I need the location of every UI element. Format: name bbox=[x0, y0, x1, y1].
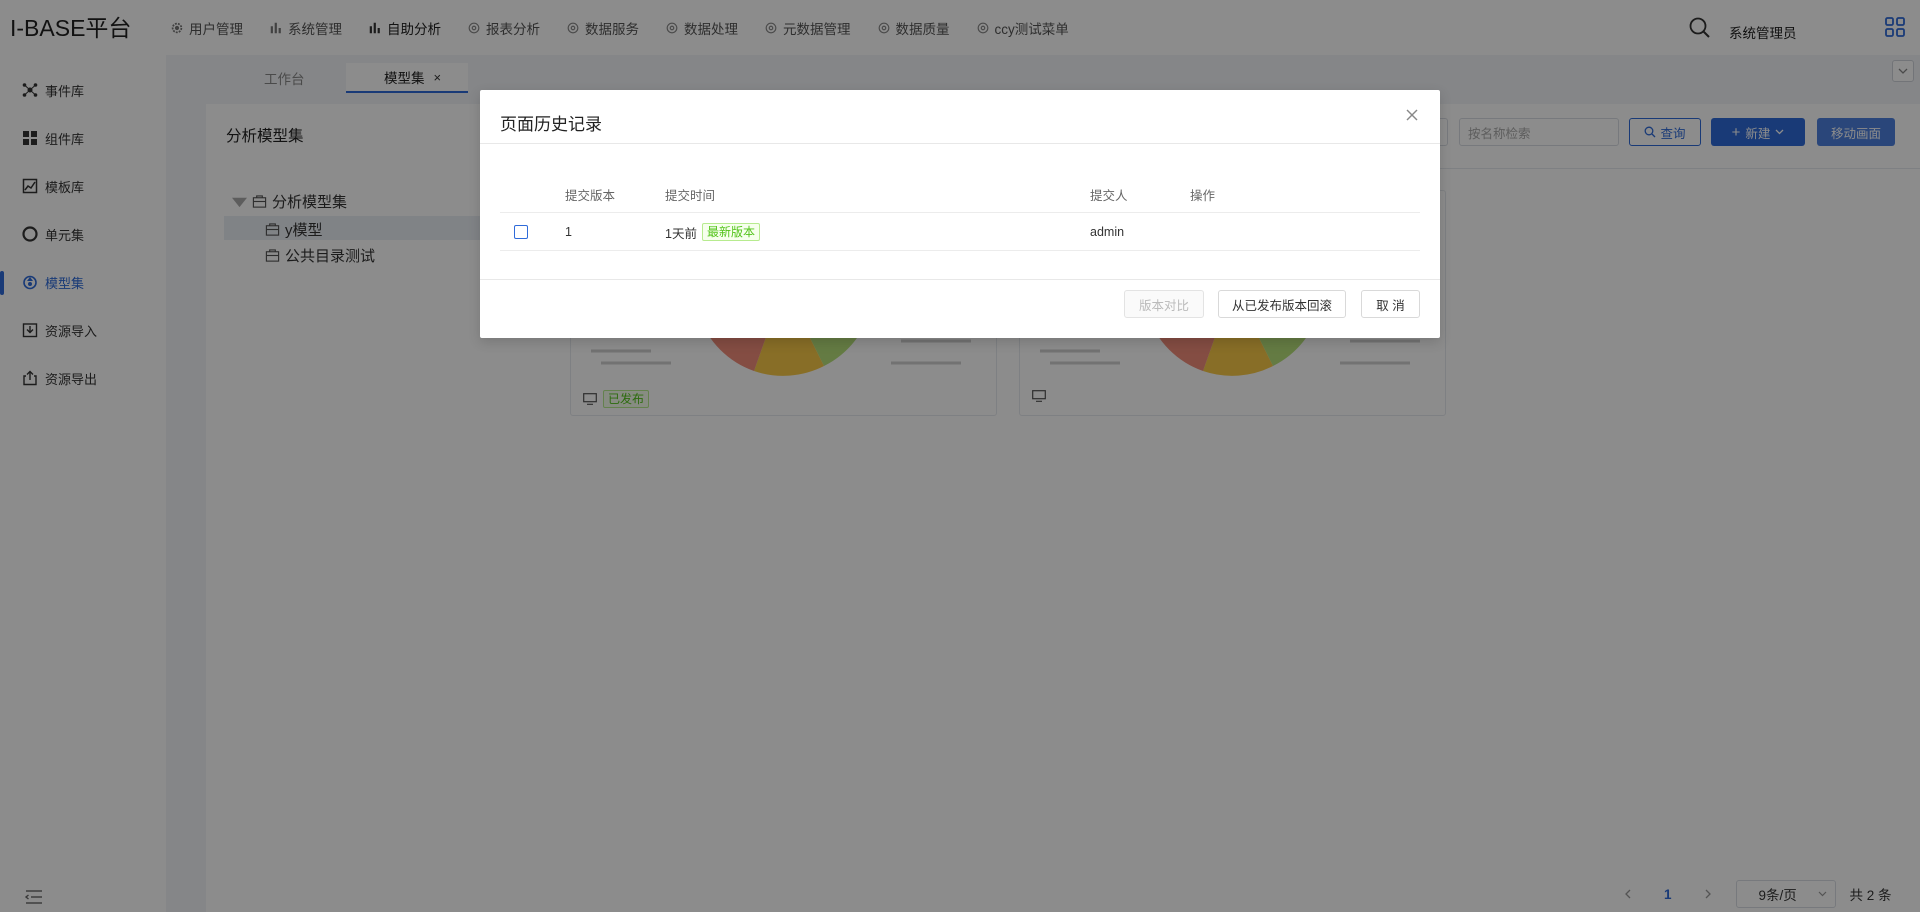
row-checkbox[interactable] bbox=[514, 225, 528, 239]
latest-version-badge: 最新版本 bbox=[701, 223, 760, 241]
cell-user: admin bbox=[1090, 225, 1125, 239]
close-icon[interactable] bbox=[1405, 108, 1419, 122]
cancel-button[interactable]: 取 消 bbox=[1361, 290, 1420, 318]
column-header-user: 提交人 bbox=[1090, 188, 1128, 203]
modal-title: 页面历史记录 bbox=[500, 115, 602, 134]
version-compare-button[interactable]: 版本对比 bbox=[1124, 290, 1204, 318]
modal-header: 页面历史记录 bbox=[480, 90, 1440, 144]
column-header-operation: 操作 bbox=[1190, 188, 1216, 203]
rollback-button[interactable]: 从已发布版本回滚 bbox=[1218, 290, 1346, 318]
table-header: 提交版本 提交时间 提交人 操作 bbox=[500, 175, 1420, 213]
table-row[interactable]: 1 1天前 最新版本 admin bbox=[500, 213, 1420, 251]
cell-version: 1 bbox=[565, 225, 572, 239]
column-header-time: 提交时间 bbox=[665, 188, 716, 203]
time-text: 1天前 bbox=[665, 226, 697, 241]
row-checkbox-cell bbox=[514, 213, 528, 251]
cell-time: 1天前 最新版本 bbox=[665, 213, 760, 251]
column-header-version: 提交版本 bbox=[565, 188, 616, 203]
history-modal: 页面历史记录 提交版本 提交时间 提交人 操作 1 1天前 最新版本 admin… bbox=[480, 90, 1440, 338]
